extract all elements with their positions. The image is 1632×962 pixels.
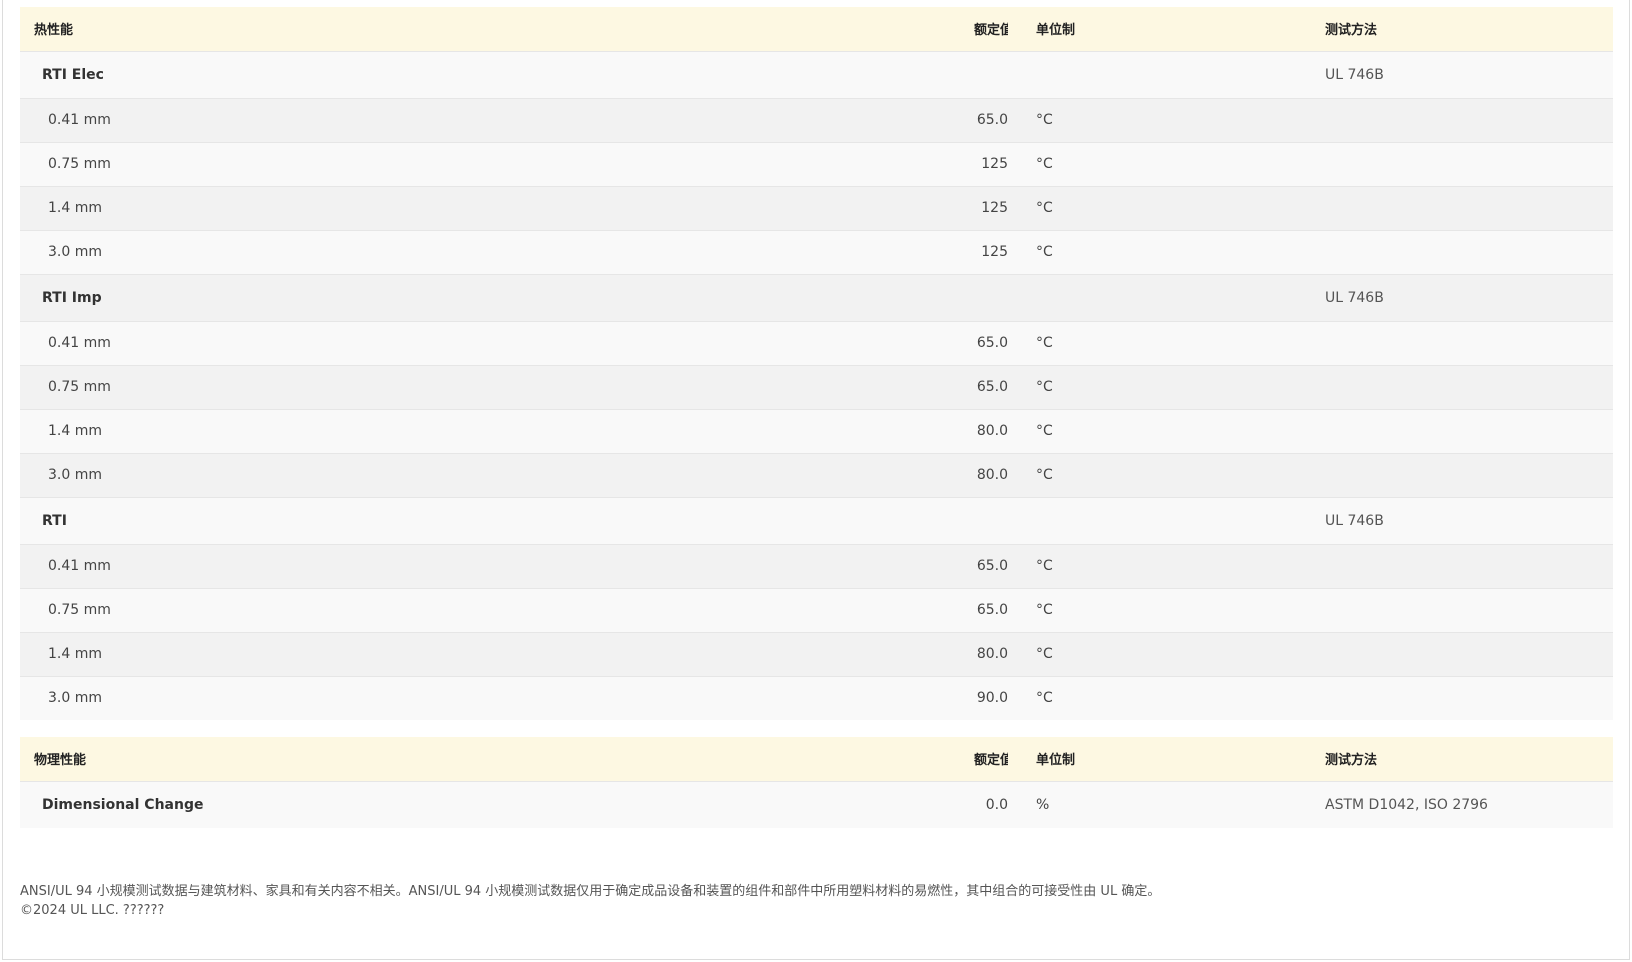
- rating-unit: °C: [1036, 467, 1053, 483]
- thickness-row: 0.41 mm 65.0 °C: [20, 321, 1613, 365]
- property-unit: %: [1036, 796, 1050, 813]
- row-test-method: [1325, 230, 1613, 274]
- rating-value: 80.0: [976, 467, 1008, 483]
- rating-value: 125: [981, 156, 1008, 172]
- physical-table-header: 物理性能 额定值 单位制 测试方法: [20, 737, 1613, 781]
- header-test-method: 测试方法: [1325, 753, 1378, 769]
- thickness-row: 1.4 mm 80.0 °C: [20, 409, 1613, 453]
- rating-value: 125: [981, 244, 1008, 260]
- rating-value: 65.0: [976, 112, 1008, 128]
- thickness-label: 1.4 mm: [48, 646, 102, 662]
- thickness-row: 3.0 mm 125 °C: [20, 230, 1613, 274]
- thickness-row: 1.4 mm 80.0 °C: [20, 632, 1613, 676]
- rating-value: 80.0: [976, 423, 1008, 439]
- rating-value: 65.0: [976, 558, 1008, 574]
- rating-value: 90.0: [976, 690, 1008, 707]
- thickness-label: 0.41 mm: [48, 335, 111, 351]
- thickness-row: 0.41 mm 65.0 °C: [20, 98, 1613, 142]
- rating-unit: °C: [1036, 112, 1053, 128]
- row-test-method: [1325, 409, 1613, 453]
- property-test-method: UL 746B: [1325, 289, 1384, 306]
- thickness-row: 3.0 mm 90.0 °C: [20, 676, 1613, 720]
- thermal-table-header: 热性能 额定值 单位制 测试方法: [20, 7, 1613, 51]
- thickness-row: 1.4 mm 125 °C: [20, 186, 1613, 230]
- header-test-method: 测试方法: [1325, 23, 1378, 39]
- rating-unit: °C: [1036, 646, 1053, 662]
- row-test-method: [1325, 186, 1613, 230]
- property-unit: [1008, 51, 1325, 98]
- rating-unit: °C: [1036, 558, 1053, 574]
- thickness-label: 0.75 mm: [48, 379, 111, 395]
- rating-value: 125: [981, 200, 1008, 216]
- thermal-table-body: RTI Elec UL 746B 0.41 mm 65.0 °C 0.75 mm 125 °C…: [20, 51, 1613, 720]
- row-test-method: [1325, 632, 1613, 676]
- row-test-method: [1325, 98, 1613, 142]
- property-value: 0.0: [985, 796, 1008, 813]
- thickness-label: 1.4 mm: [48, 200, 102, 216]
- physical-table-body: Dimensional Change 0.0% ASTM D1042, ISO 27…: [20, 781, 1613, 828]
- footer-copyright: ©2024 UL LLC. ??????: [20, 903, 165, 918]
- thickness-label: 0.41 mm: [48, 112, 111, 128]
- property-name: RTI Elec: [42, 66, 104, 83]
- thickness-label: 0.41 mm: [48, 558, 111, 574]
- header-unit: 单位制: [1036, 753, 1076, 769]
- row-test-method: [1325, 365, 1613, 409]
- footer-disclaimer: ANSI/UL 94 小规模测试数据与建筑材料、家具和有关内容不相关。ANSI/…: [20, 884, 1161, 899]
- thickness-label: 0.75 mm: [48, 602, 111, 618]
- rating-unit: °C: [1036, 602, 1053, 618]
- property-name: Dimensional Change: [42, 796, 204, 813]
- property-name: RTI Imp: [42, 289, 102, 306]
- thickness-row: 0.75 mm 65.0 °C: [20, 588, 1613, 632]
- rating-unit: °C: [1036, 423, 1053, 439]
- header-property: 热性能: [34, 23, 74, 39]
- header-unit: 单位制: [1036, 23, 1076, 39]
- row-test-method: [1325, 142, 1613, 186]
- rating-unit: °C: [1036, 379, 1053, 395]
- thickness-row: 0.41 mm 65.0 °C: [20, 544, 1613, 588]
- rating-value: 65.0: [976, 335, 1008, 351]
- thickness-label: 0.75 mm: [48, 156, 111, 172]
- rating-unit: °C: [1036, 690, 1053, 707]
- row-test-method: [1325, 544, 1613, 588]
- property-value: [974, 274, 1008, 321]
- thickness-row: 0.75 mm 65.0 °C: [20, 365, 1613, 409]
- property-test-method: ASTM D1042, ISO 2796: [1325, 796, 1488, 813]
- thickness-label: 3.0 mm: [48, 690, 102, 707]
- footer: ANSI/UL 94 小规模测试数据与建筑材料、家具和有关内容不相关。ANSI/…: [20, 882, 1610, 920]
- rating-unit: °C: [1036, 244, 1053, 260]
- row-test-method: [1325, 676, 1613, 720]
- property-unit: [1008, 497, 1325, 544]
- rating-unit: °C: [1036, 156, 1053, 172]
- property-test-method: UL 746B: [1325, 66, 1384, 83]
- thickness-label: 3.0 mm: [48, 244, 102, 260]
- rating-value: 65.0: [976, 602, 1008, 618]
- row-test-method: [1325, 321, 1613, 365]
- physical-properties-table: 物理性能 额定值 单位制 测试方法 Dimensional Change 0.0%…: [20, 737, 1613, 828]
- thickness-label: 1.4 mm: [48, 423, 102, 439]
- thickness-label: 3.0 mm: [48, 467, 102, 483]
- thickness-row: 0.75 mm 125 °C: [20, 142, 1613, 186]
- property-group-row: RTI Imp UL 746B: [20, 274, 1613, 321]
- property-unit: [1008, 274, 1325, 321]
- header-property: 物理性能: [34, 753, 87, 769]
- property-group-row: RTI Elec UL 746B: [20, 51, 1613, 98]
- property-test-method: UL 746B: [1325, 512, 1384, 529]
- property-group-row: RTI UL 746B: [20, 497, 1613, 544]
- property-row: Dimensional Change 0.0% ASTM D1042, ISO 27…: [20, 781, 1613, 828]
- property-value: [974, 51, 1008, 98]
- header-value: 额定值: [974, 23, 1008, 39]
- rating-unit: °C: [1036, 335, 1053, 351]
- header-value: 额定值: [974, 753, 1008, 769]
- rating-value: 65.0: [976, 379, 1008, 395]
- rating-unit: °C: [1036, 200, 1053, 216]
- thickness-row: 3.0 mm 80.0 °C: [20, 453, 1613, 497]
- property-value: [974, 497, 1008, 544]
- thermal-properties-table: 热性能 额定值 单位制 测试方法 RTI Elec UL 746B 0.41 mm 6…: [20, 7, 1613, 720]
- row-test-method: [1325, 453, 1613, 497]
- row-test-method: [1325, 588, 1613, 632]
- rating-value: 80.0: [976, 646, 1008, 662]
- property-name: RTI: [42, 512, 67, 529]
